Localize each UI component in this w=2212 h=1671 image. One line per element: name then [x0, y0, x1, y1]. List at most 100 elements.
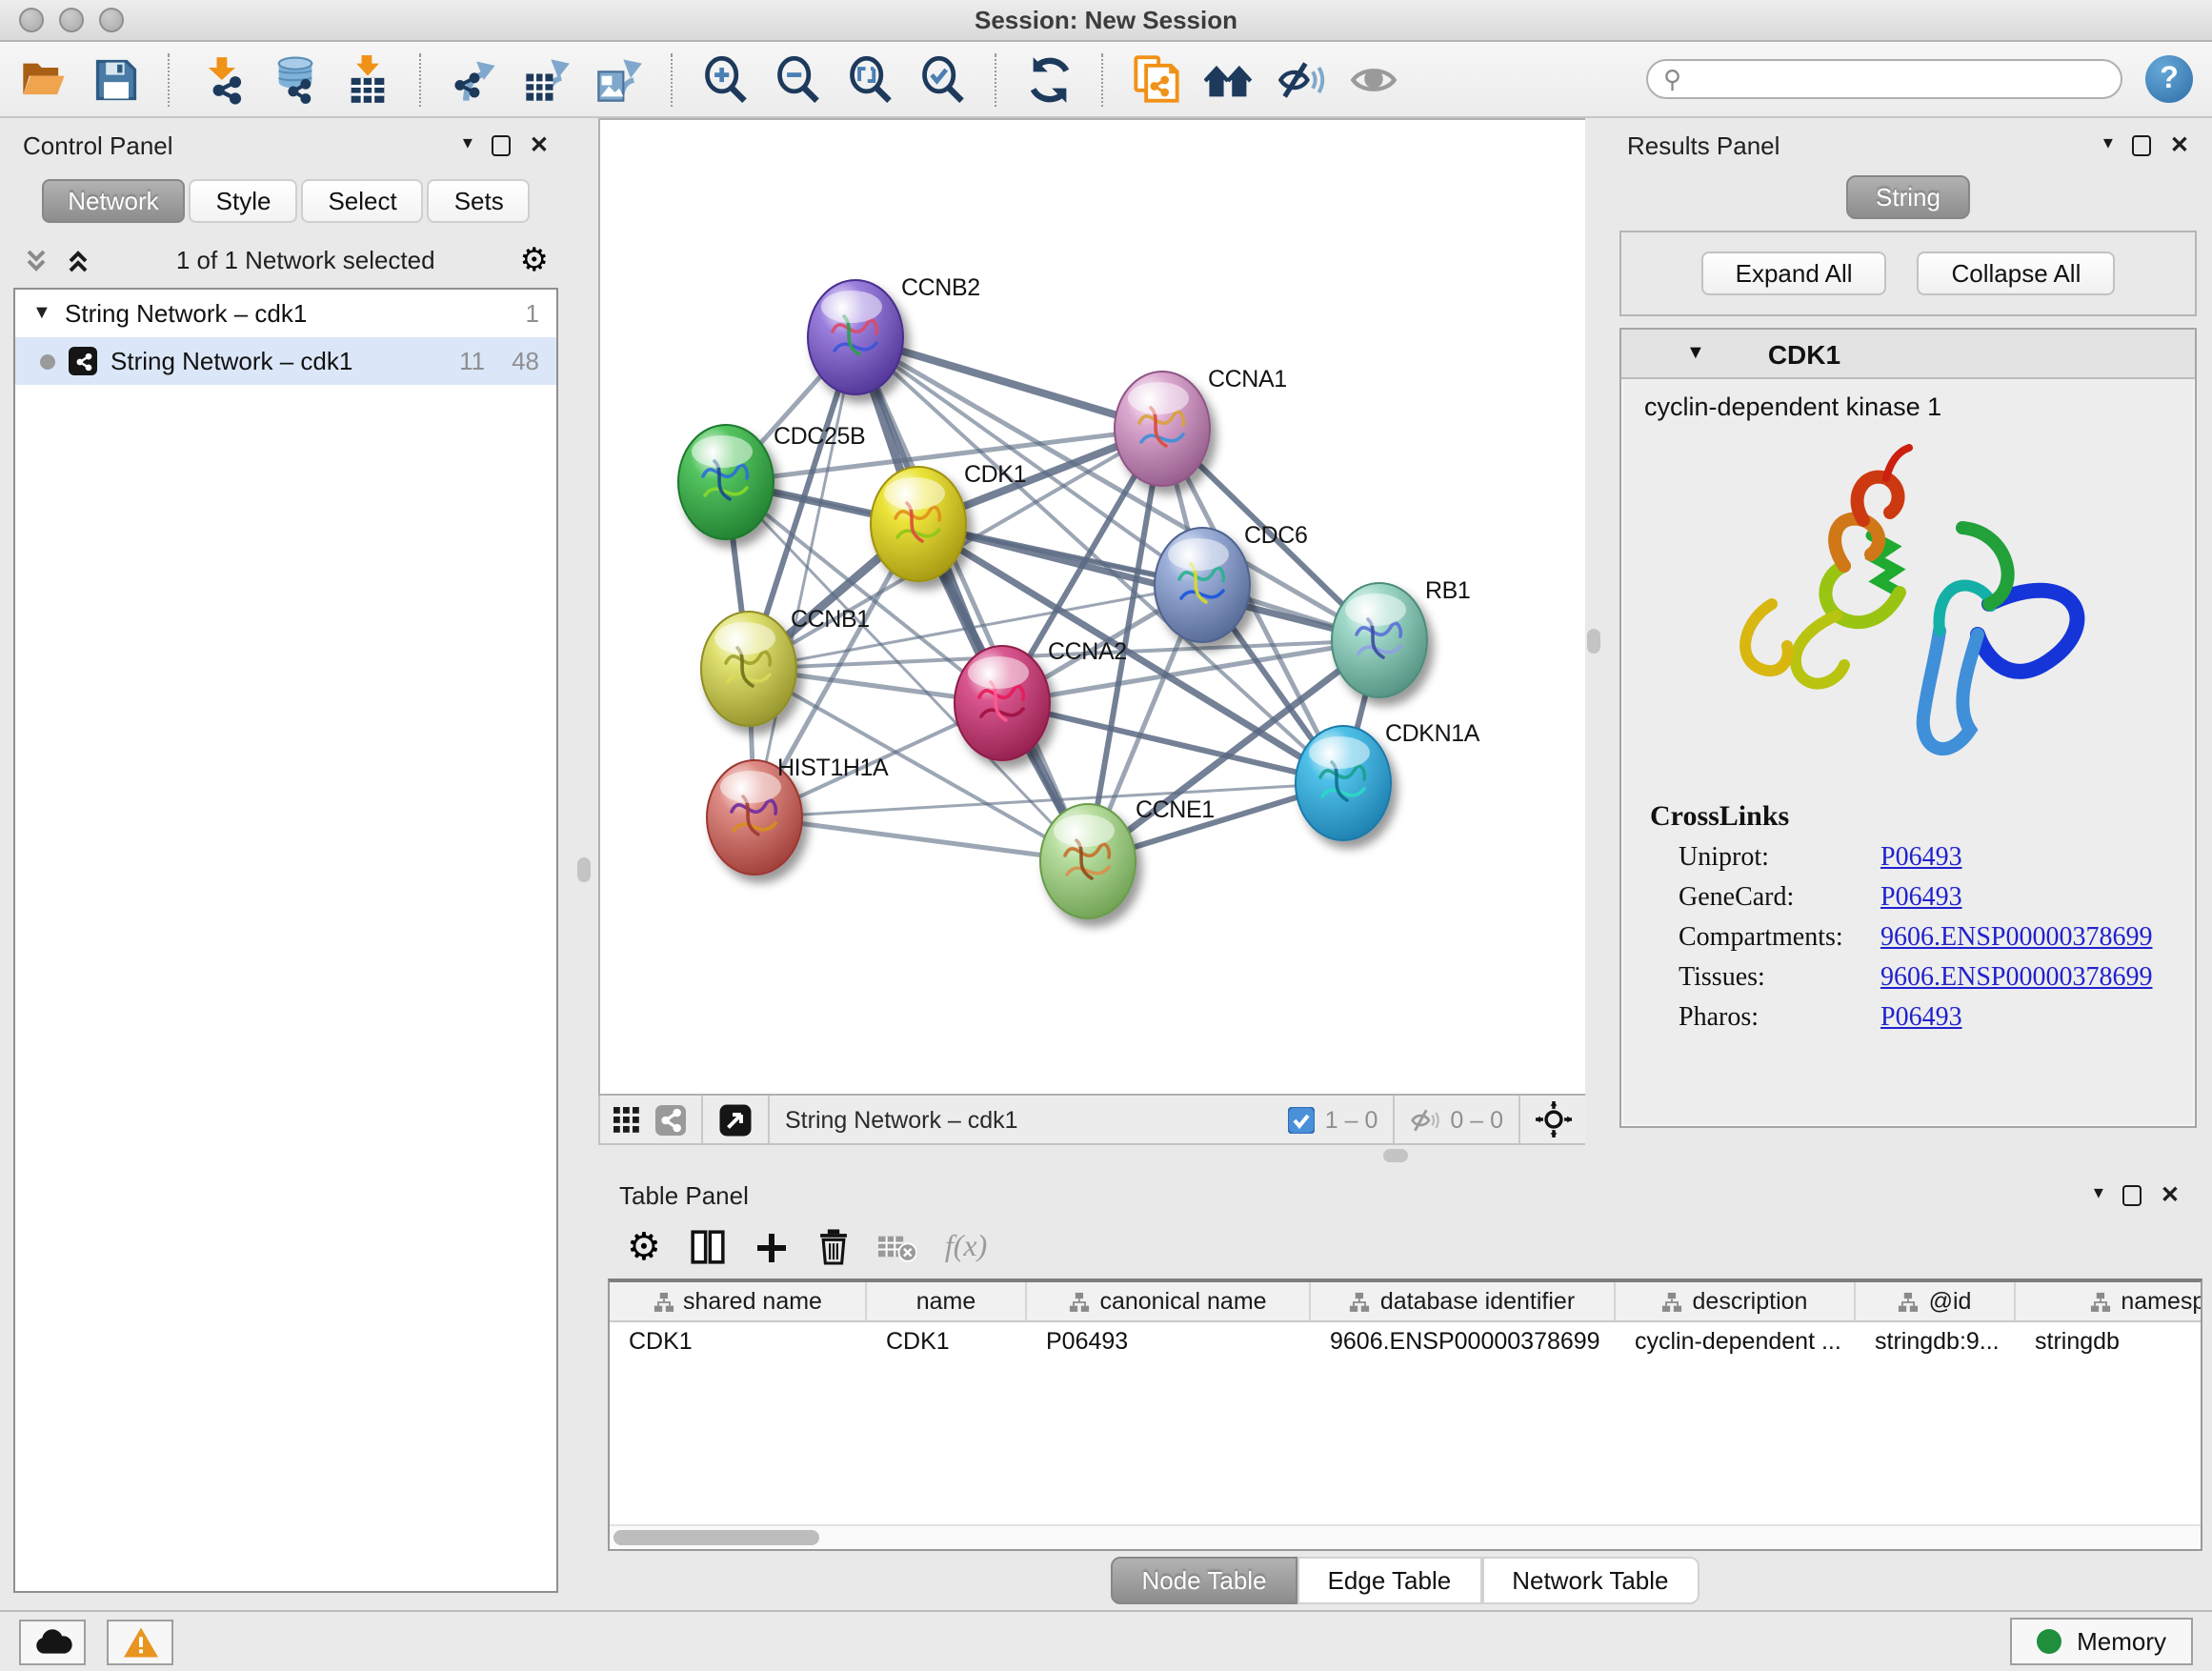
divider-handle[interactable] [577, 857, 591, 882]
node-RB1[interactable] [1332, 583, 1427, 697]
panel-menu-icon[interactable]: ▾ [463, 135, 473, 154]
node-CCNB2[interactable] [808, 280, 903, 394]
zoom-fit-icon[interactable] [846, 54, 895, 104]
hide-selected-icon[interactable] [1277, 54, 1326, 104]
panel-float-icon[interactable] [2132, 134, 2151, 155]
column-header-description[interactable]: description [1616, 1282, 1856, 1320]
show-columns-icon[interactable] [690, 1229, 726, 1265]
table-cell[interactable]: CDK1 [867, 1322, 1027, 1362]
table-panel-divider[interactable] [598, 1145, 2212, 1168]
crosslink-link[interactable]: 9606.ENSP00000378699 [1880, 964, 2152, 995]
delete-table-icon[interactable] [878, 1232, 916, 1262]
table-row[interactable]: CDK1CDK1P064939606.ENSP00000378699cyclin… [610, 1322, 2201, 1362]
panel-float-icon[interactable] [2122, 1184, 2142, 1205]
warning-status-button[interactable] [107, 1619, 173, 1664]
help-button[interactable]: ? [2145, 55, 2193, 103]
grid-view-icon[interactable] [613, 1106, 640, 1133]
tab-node-table[interactable]: Node Table [1111, 1557, 1297, 1604]
table-cell[interactable]: cyclin-dependent ... [1616, 1322, 1856, 1362]
selected-checkbox-icon[interactable] [1289, 1106, 1316, 1133]
pan-crosshair-icon[interactable] [1536, 1101, 1572, 1137]
table-cell[interactable]: P06493 [1027, 1322, 1311, 1362]
zoom-selected-icon[interactable] [918, 54, 968, 104]
control-panel-divider[interactable] [572, 118, 598, 1610]
tree-expand-icon[interactable]: ▼ [32, 303, 51, 324]
tab-select[interactable]: Select [301, 179, 423, 223]
export-table-icon[interactable] [522, 54, 572, 104]
node-CDC6[interactable] [1155, 528, 1250, 642]
entry-expand-icon[interactable]: ▼ [1686, 343, 1705, 364]
show-all-icon[interactable] [1349, 54, 1398, 104]
crosslink-link[interactable]: P06493 [1880, 844, 1962, 875]
export-network-icon[interactable] [450, 54, 499, 104]
node-CCNA1[interactable] [1115, 372, 1210, 486]
tab-string[interactable]: String [1845, 175, 1971, 219]
tab-sets[interactable]: Sets [428, 179, 531, 223]
import-network-icon[interactable] [198, 54, 248, 104]
node-CCNB1[interactable] [701, 612, 796, 726]
delete-column-icon[interactable] [817, 1229, 850, 1265]
expand-all-button[interactable]: Expand All [1701, 252, 1887, 295]
edge-ccnb2-ccne1[interactable] [855, 337, 1088, 861]
refresh-icon[interactable] [1025, 54, 1075, 104]
panel-float-icon[interactable] [492, 134, 511, 155]
crosslink-link[interactable]: P06493 [1880, 1004, 1962, 1035]
tab-network-table[interactable]: Network Table [1481, 1557, 1699, 1604]
birds-eye-view-icon[interactable] [718, 1102, 753, 1137]
string-enrichment-icon[interactable] [1132, 54, 1181, 104]
network-options-gear-icon[interactable]: ⚙ [520, 247, 550, 273]
network-tree-child-row[interactable]: String Network – cdk1 11 48 [15, 337, 556, 385]
column-header-name[interactable]: name [867, 1282, 1027, 1320]
node-CDC25B[interactable] [678, 425, 774, 539]
home-networks-icon[interactable] [1204, 54, 1254, 104]
table-options-gear-icon[interactable]: ⚙ [627, 1230, 661, 1264]
results-panel-divider[interactable] [1585, 118, 1604, 1145]
tab-network[interactable]: Network [41, 179, 185, 223]
collapse-all-chevron-icon[interactable] [23, 247, 50, 273]
save-session-icon[interactable] [91, 54, 141, 104]
column-header--id[interactable]: @id [1856, 1282, 2016, 1320]
crosslink-link[interactable]: P06493 [1880, 884, 1962, 915]
crosslink-link[interactable]: 9606.ENSP00000378699 [1880, 924, 2152, 955]
results-entry-header[interactable]: ▼ CDK1 [1621, 330, 2195, 379]
table-cell[interactable]: CDK1 [610, 1322, 867, 1362]
cloud-status-button[interactable] [19, 1619, 86, 1664]
panel-close-icon[interactable]: ✕ [2170, 135, 2189, 154]
tab-edge-table[interactable]: Edge Table [1297, 1557, 1482, 1604]
scrollbar-thumb[interactable] [613, 1530, 819, 1545]
edge-hist1h1a-ccne1[interactable] [754, 817, 1088, 861]
column-header-namespace[interactable]: namespace [2016, 1282, 2202, 1320]
tab-style[interactable]: Style [190, 179, 298, 223]
node-CDKN1A[interactable] [1296, 726, 1391, 840]
edge-cdk1-rb1[interactable] [918, 524, 1379, 640]
export-image-icon[interactable] [594, 54, 644, 104]
table-cell[interactable]: stringdb [2016, 1322, 2202, 1362]
divider-handle[interactable] [1383, 1149, 1408, 1162]
import-table-icon[interactable] [343, 54, 392, 104]
memory-button[interactable]: Memory [2010, 1618, 2193, 1665]
column-header-shared-name[interactable]: shared name [610, 1282, 867, 1320]
search-input[interactable] [1691, 64, 2105, 94]
network-canvas[interactable]: CCNB2CCNA1CDC25BCDK1CDC6RB1CCNB1CCNA2CDK… [598, 118, 1585, 1096]
divider-handle[interactable] [1587, 629, 1600, 654]
node-CDK1[interactable] [871, 467, 966, 581]
search-box[interactable]: ⚲ [1646, 59, 2122, 99]
panel-close-icon[interactable]: ✕ [2161, 1185, 2180, 1204]
table-cell[interactable]: stringdb:9... [1856, 1322, 2016, 1362]
minimize-window-button[interactable] [59, 8, 84, 32]
panel-close-icon[interactable]: ✕ [530, 135, 549, 154]
column-header-database-identifier[interactable]: database identifier [1311, 1282, 1616, 1320]
network-tree-root-row[interactable]: ▼ String Network – cdk1 1 [15, 290, 556, 337]
open-session-icon[interactable] [19, 54, 69, 104]
table-horizontal-scrollbar[interactable] [610, 1524, 2201, 1549]
zoom-in-icon[interactable] [701, 54, 751, 104]
node-CCNE1[interactable] [1040, 804, 1136, 918]
column-header-canonical-name[interactable]: canonical name [1027, 1282, 1311, 1320]
import-network-from-database-icon[interactable] [271, 54, 320, 104]
create-column-icon[interactable] [754, 1230, 789, 1264]
panel-menu-icon[interactable]: ▾ [2094, 1185, 2103, 1204]
close-window-button[interactable] [19, 8, 44, 32]
edge-ccnb2-hist1h1a[interactable] [754, 337, 855, 817]
function-builder-icon[interactable]: f(x) [945, 1230, 987, 1264]
collapse-all-button[interactable]: Collapse All [1918, 252, 2116, 295]
